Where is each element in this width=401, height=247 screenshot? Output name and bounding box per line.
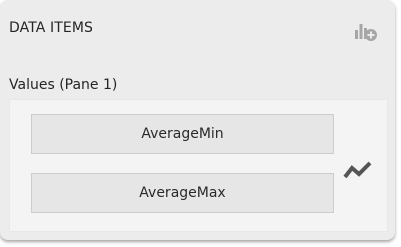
data-item-averagemax[interactable]: AverageMax xyxy=(31,173,334,213)
data-item-label: AverageMin xyxy=(141,126,224,142)
data-item-label: AverageMax xyxy=(139,185,226,201)
values-section-title: Values (Pane 1) xyxy=(9,77,118,93)
data-item-averagemin[interactable]: AverageMin xyxy=(31,114,334,154)
bar-chart-add-icon[interactable] xyxy=(354,20,378,44)
data-items-panel: DATA ITEMS Values (Pane 1) AverageMin Av… xyxy=(0,0,395,240)
panel-header-title: DATA ITEMS xyxy=(9,20,94,36)
values-pane: AverageMin AverageMax xyxy=(9,99,388,232)
line-series-icon[interactable] xyxy=(343,159,373,181)
